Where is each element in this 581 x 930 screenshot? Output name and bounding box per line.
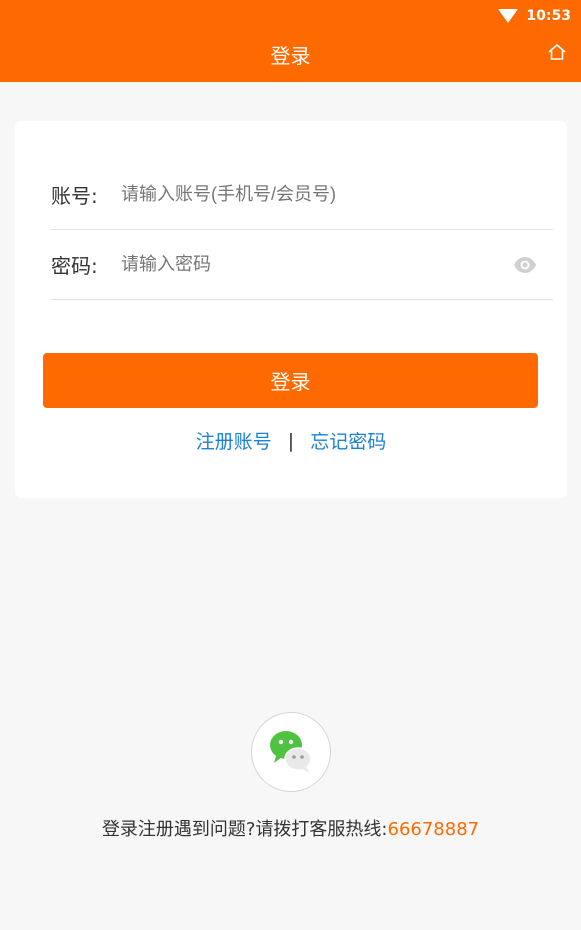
wechat-icon [270,731,312,773]
links-separator: | [287,429,295,452]
app-bar: 10:53 登录 [0,0,581,82]
account-row: 账号: [51,160,553,230]
wechat-login-button[interactable] [251,712,331,792]
status-bar: 10:53 [498,6,571,26]
auth-links: 注册账号 | 忘记密码 [15,427,567,454]
account-label: 账号: [51,184,98,208]
login-card: 账号: 密码: 登录 注册账号 | 忘记密码 [15,121,567,498]
page-title: 登录 [270,44,311,68]
register-link[interactable]: 注册账号 [196,427,272,454]
login-screen: 10:53 登录 账号: 密码: 登录 [0,0,581,930]
status-time: 10:53 [526,8,571,24]
password-label: 密码: [51,254,98,278]
home-icon[interactable] [547,42,567,62]
forgot-password-link[interactable]: 忘记密码 [310,427,386,454]
wifi-icon [498,9,519,23]
password-input[interactable] [121,254,513,275]
eye-icon[interactable] [513,253,537,277]
account-input[interactable] [121,184,553,205]
login-button[interactable]: 登录 [43,353,538,408]
help-message: 登录注册遇到问题?请拨打客服热线: [101,819,388,840]
hotline-number[interactable]: 66678887 [388,819,480,840]
password-row: 密码: [51,230,553,300]
help-text: 登录注册遇到问题?请拨打客服热线:66678887 [0,815,581,841]
